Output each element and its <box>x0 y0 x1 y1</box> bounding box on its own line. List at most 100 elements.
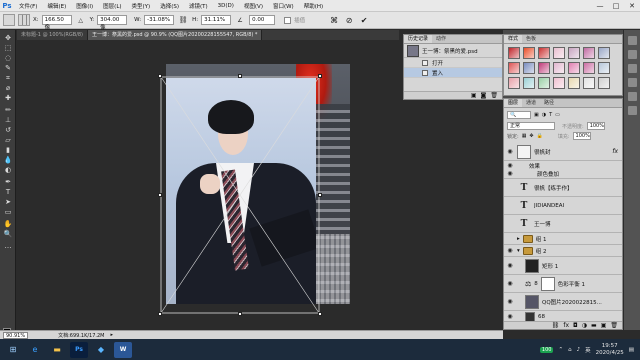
transform-handle-bl[interactable] <box>158 312 162 316</box>
transform-handle-mr[interactable] <box>318 193 322 197</box>
photoshop-taskbar-icon[interactable]: Ps <box>70 341 88 358</box>
lasso-tool-icon[interactable]: ◌ <box>3 54 13 62</box>
transform-tool-icon[interactable] <box>3 14 15 26</box>
tab-active-document[interactable]: 王一博：祭黑的爱.psd @ 90.9% (QQ图片20200228155547… <box>88 30 263 40</box>
mask-icon[interactable]: ◘ <box>573 322 578 329</box>
file-explorer-icon[interactable]: ▬ <box>48 342 66 358</box>
visibility-eye-icon[interactable]: ◉ <box>506 170 514 178</box>
trash-icon[interactable]: 🗑 <box>490 92 498 99</box>
brush-panel-icon[interactable] <box>628 78 637 87</box>
history-item-open[interactable]: 打开 <box>404 58 502 68</box>
minimize-button[interactable]: — <box>592 0 608 12</box>
style-swatch[interactable] <box>523 47 535 59</box>
tab-history[interactable]: 历史记录 <box>404 35 433 43</box>
link-icon[interactable]: ⛓ <box>177 14 189 26</box>
crop-tool-icon[interactable]: ⌗ <box>3 74 13 82</box>
style-swatch[interactable] <box>553 47 565 59</box>
history-brush-icon[interactable]: ↺ <box>3 126 13 134</box>
filter-pixel-icon[interactable]: ▣ <box>534 112 539 118</box>
transform-handle-tc[interactable] <box>238 74 242 78</box>
dodge-tool-icon[interactable]: ◐ <box>3 166 13 174</box>
menu-select[interactable]: 选择(S) <box>155 2 184 10</box>
eraser-tool-icon[interactable]: ▱ <box>3 136 13 144</box>
swatch-panel-icon[interactable] <box>628 50 637 59</box>
layer-row[interactable]: ◉ T 王一博 <box>504 215 622 233</box>
maximize-button[interactable]: □ <box>608 0 624 12</box>
new-layer-icon[interactable]: ▣ <box>601 322 607 329</box>
filter-type-icon[interactable]: T <box>549 112 552 118</box>
fx-badge[interactable]: fx <box>612 148 618 155</box>
style-swatch[interactable] <box>583 47 595 59</box>
layer-group-row[interactable]: ◉ ▾ 组 2 <box>504 245 622 257</box>
filter-adjust-icon[interactable]: ◑ <box>542 112 546 118</box>
transform-handle-ml[interactable] <box>158 193 162 197</box>
hand-tool-icon[interactable]: ✋ <box>3 220 13 228</box>
tab-paths[interactable]: 路径 <box>540 99 558 107</box>
battery-indicator[interactable]: 100 <box>539 346 554 353</box>
brush-tool-icon[interactable]: ✏ <box>3 106 13 114</box>
transform-handle-tr[interactable] <box>318 74 322 78</box>
angle-field[interactable]: 0.00 <box>249 15 276 25</box>
transform-handle-tl[interactable] <box>158 74 162 78</box>
x-field[interactable]: 166.50 像 <box>41 15 72 31</box>
new-document-icon[interactable]: ▣ <box>471 92 477 99</box>
network-icon[interactable]: ⌂ <box>568 347 572 353</box>
transform-handle-bc[interactable] <box>238 312 242 316</box>
color-panel-icon[interactable] <box>628 36 637 45</box>
commit-icon[interactable]: ✔ <box>358 14 370 26</box>
history-snapshot[interactable]: 王一博：祭黑的爱.psd <box>404 44 502 58</box>
tab-swatches[interactable]: 色板 <box>522 35 540 43</box>
style-swatch[interactable] <box>538 47 550 59</box>
style-swatch[interactable] <box>523 62 535 74</box>
tab-styles[interactable]: 样式 <box>504 35 523 43</box>
tab-channels[interactable]: 通道 <box>522 99 540 107</box>
menu-window[interactable]: 窗口(W) <box>268 2 299 10</box>
menu-3d[interactable]: 3D(D) <box>213 3 239 9</box>
clock[interactable]: 19:57 2020/4/25 <box>596 343 624 357</box>
filter-shape-icon[interactable]: ▭ <box>555 112 560 118</box>
visibility-eye-icon[interactable]: ◉ <box>506 280 514 288</box>
fx-icon[interactable]: fx <box>563 322 569 329</box>
style-swatch[interactable] <box>583 62 595 74</box>
layer-row[interactable]: ◉ 矩形 1 <box>504 257 622 275</box>
adjustment-layer-icon[interactable]: ◑ <box>582 322 587 329</box>
word-taskbar-icon[interactable]: W <box>114 341 132 358</box>
style-swatch[interactable] <box>568 77 580 89</box>
app-taskbar-icon[interactable]: ◆ <box>92 342 110 358</box>
lock-all-icon[interactable]: 🔒 <box>537 133 543 139</box>
move-tool-icon[interactable]: ✥ <box>3 34 13 42</box>
tab-layers[interactable]: 图层 <box>504 99 523 107</box>
opacity-field[interactable]: 100% <box>586 122 605 130</box>
quick-select-icon[interactable]: ✎ <box>3 64 13 72</box>
interp-checkbox[interactable] <box>284 16 292 24</box>
style-swatch[interactable] <box>508 47 520 59</box>
ime-indicator[interactable]: 英 <box>585 346 591 354</box>
visibility-eye-icon[interactable]: ◉ <box>506 202 514 210</box>
shape-tool-icon[interactable]: ▭ <box>3 208 13 216</box>
style-swatch[interactable] <box>538 77 550 89</box>
lock-position-icon[interactable]: ✥ <box>529 133 533 139</box>
style-swatch[interactable] <box>583 77 595 89</box>
style-swatch[interactable] <box>568 47 580 59</box>
blend-mode-select[interactable]: 正常 <box>507 122 555 130</box>
zoom-level-field[interactable]: 90.91% <box>3 331 29 339</box>
w-field[interactable]: -31.08% <box>144 15 175 25</box>
tab-untitled[interactable]: 未标题-1 @ 100%(RGB/8) <box>17 30 89 40</box>
visibility-eye-icon[interactable]: ◉ <box>506 162 514 170</box>
free-transform-box[interactable] <box>160 76 320 314</box>
visibility-eye-icon[interactable]: ◉ <box>506 298 514 306</box>
edit-toolbar-icon[interactable]: … <box>3 242 13 250</box>
menu-layer[interactable]: 图层(L) <box>98 2 126 10</box>
transform-handle-br[interactable] <box>318 312 322 316</box>
style-swatch[interactable] <box>598 47 610 59</box>
notification-icon[interactable]: ▤ <box>629 347 634 353</box>
delta-icon[interactable]: △ <box>75 14 87 26</box>
layer-row[interactable]: ◉ QQ图片2020022815... <box>504 293 622 311</box>
visibility-eye-icon[interactable]: ◉ <box>506 247 514 255</box>
menu-help[interactable]: 帮助(H) <box>299 2 328 10</box>
visibility-eye-icon[interactable]: ◉ <box>506 220 514 228</box>
menu-edit[interactable]: 编辑(E) <box>42 2 71 10</box>
gradient-tool-icon[interactable]: ▮ <box>3 146 13 154</box>
menu-filter[interactable]: 滤镜(T) <box>184 2 213 10</box>
style-swatch[interactable] <box>508 77 520 89</box>
